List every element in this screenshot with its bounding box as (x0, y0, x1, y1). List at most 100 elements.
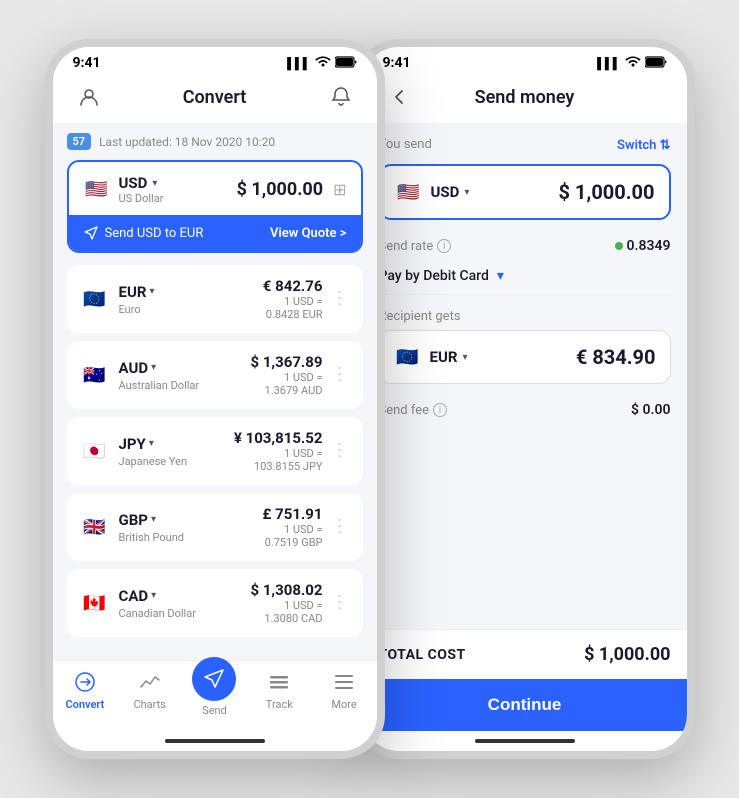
main-currency-amount: $ 1,000.00 (237, 179, 323, 200)
calculator-icon[interactable]: ⊞ (333, 180, 346, 199)
home-bar-left (165, 739, 265, 743)
send-rate-value: 0.8349 (615, 238, 671, 254)
currency-list: 🇪🇺 EUR ▾ Euro € 842.76 1 USD =0.8428 EUR… (67, 265, 363, 637)
you-send-label: You send (379, 137, 432, 152)
currency-more-dots[interactable]: ⋮ (331, 594, 349, 612)
nav-charts[interactable]: Charts (117, 669, 182, 717)
currency-code: CAD (119, 587, 149, 605)
currency-list-item[interactable]: 🇯🇵 JPY ▾ Japanese Yen ¥ 103,815.52 1 USD… (67, 417, 363, 485)
currency-item-info: EUR ▾ Euro (119, 283, 155, 316)
notification-icon[interactable] (325, 81, 357, 113)
currency-item-left: 🇯🇵 JPY ▾ Japanese Yen (81, 435, 188, 468)
nav-label-send: Send (202, 704, 227, 717)
currency-list-item[interactable]: 🇦🇺 AUD ▾ Australian Dollar $ 1,367.89 1 … (67, 341, 363, 409)
currency-item-right: € 842.76 1 USD =0.8428 EUR ⋮ (263, 277, 349, 321)
send-rate-info-icon[interactable]: i (437, 239, 451, 253)
currency-item-left: 🇦🇺 AUD ▾ Australian Dollar (81, 359, 200, 392)
view-quote-link[interactable]: View Quote > (270, 226, 347, 241)
main-currency-card[interactable]: 🇺🇸 USD ▾ US Dollar $ 1,000.00 (67, 160, 363, 253)
continue-button[interactable]: Continue (363, 679, 687, 731)
from-flag: 🇺🇸 (395, 178, 423, 206)
send-fee-label: Send fee i (379, 403, 448, 418)
currency-item-info: GBP ▾ British Pound (119, 511, 184, 544)
currency-rate: 1 USD =1.3080 CAD (250, 599, 322, 625)
total-cost-bar: TOTAL COST $ 1,000.00 (363, 629, 687, 679)
nav-label-convert: Convert (65, 698, 104, 711)
from-currency-left: 🇺🇸 USD ▾ (395, 178, 470, 206)
you-send-row: You send Switch ⇅ (379, 133, 671, 158)
phones-container: 9:41 ▌▌▌ Convert (0, 0, 739, 798)
currency-more-dots[interactable]: ⋮ (331, 442, 349, 460)
from-currency-dropdown[interactable]: ▾ (464, 187, 469, 198)
send-bar-text: Send USD to EUR (83, 225, 204, 241)
nav-convert[interactable]: Convert (53, 669, 118, 717)
currency-dropdown[interactable]: ▾ (149, 286, 154, 297)
nav-more[interactable]: More (312, 669, 377, 717)
currency-name: Japanese Yen (119, 455, 188, 468)
nav-send[interactable]: Send (182, 669, 247, 717)
track-nav-icon (266, 669, 292, 695)
currency-list-item[interactable]: 🇨🇦 CAD ▾ Canadian Dollar $ 1,308.02 1 US… (67, 569, 363, 637)
currency-main-amount: $ 1,308.02 (250, 581, 322, 599)
status-time-left: 9:41 (73, 55, 101, 71)
currency-flag: 🇪🇺 (81, 285, 109, 313)
pay-method-dropdown[interactable]: ▾ (497, 268, 504, 284)
currency-main-amount: $ 1,367.89 (250, 353, 322, 371)
switch-button[interactable]: Switch ⇅ (617, 138, 670, 153)
currency-item-info: AUD ▾ Australian Dollar (119, 359, 200, 392)
send-rate-row: Send rate i 0.8349 (379, 230, 671, 262)
status-bar-left: 9:41 ▌▌▌ (53, 47, 377, 75)
to-currency-dropdown[interactable]: ▾ (462, 352, 467, 363)
back-icon[interactable] (383, 81, 415, 113)
currency-rate: 1 USD =0.7519 GBP (262, 523, 322, 549)
rate-dot (615, 242, 623, 250)
home-indicator-left (53, 731, 377, 751)
currency-item-info: JPY ▾ Japanese Yen (119, 435, 188, 468)
to-currency-card[interactable]: 🇪🇺 EUR ▾ € 834.90 (379, 330, 671, 384)
signal-icon: ▌▌▌ (287, 57, 310, 70)
main-currency-dropdown[interactable]: ▾ (152, 178, 157, 189)
recipient-gets-label: Recipient gets (379, 309, 461, 324)
to-currency-code: EUR (430, 348, 458, 366)
nav-track[interactable]: Track (247, 669, 312, 717)
currency-flag: 🇬🇧 (81, 513, 109, 541)
currency-dropdown[interactable]: ▾ (151, 362, 156, 373)
update-text: Last updated: 18 Nov 2020 10:20 (99, 135, 275, 149)
currency-main-amount: € 842.76 (263, 277, 323, 295)
status-time-right: 9:41 (383, 55, 411, 71)
main-currency-left: 🇺🇸 USD ▾ US Dollar (83, 174, 164, 205)
currency-dropdown[interactable]: ▾ (151, 514, 156, 525)
to-flag: 🇪🇺 (394, 343, 422, 371)
send-fee-value: $ 0.00 (631, 402, 670, 418)
profile-icon[interactable] (73, 81, 105, 113)
currency-more-dots[interactable]: ⋮ (331, 518, 349, 536)
currency-main-amount: £ 751.91 (262, 505, 322, 523)
send-fee-row: Send fee i $ 0.00 (379, 394, 671, 426)
from-amount: $ 1,000.00 (558, 180, 654, 204)
currency-more-dots[interactable]: ⋮ (331, 366, 349, 384)
wifi-icon (315, 56, 331, 71)
currency-item-left: 🇬🇧 GBP ▾ British Pound (81, 511, 184, 544)
currency-name: Australian Dollar (119, 379, 200, 392)
send-fee-info-icon[interactable]: i (433, 403, 447, 417)
from-currency-card[interactable]: 🇺🇸 USD ▾ $ 1,000.00 (379, 164, 671, 220)
currency-dropdown[interactable]: ▾ (151, 590, 156, 601)
currency-code: GBP (119, 511, 148, 529)
main-currency-code: USD (119, 174, 148, 192)
currency-rate: 1 USD =0.8428 EUR (263, 295, 323, 321)
currency-list-item[interactable]: 🇪🇺 EUR ▾ Euro € 842.76 1 USD =0.8428 EUR… (67, 265, 363, 333)
battery-icon-right (645, 56, 667, 71)
send-money-content: You send Switch ⇅ 🇺🇸 USD ▾ (363, 123, 687, 629)
send-bar[interactable]: Send USD to EUR View Quote > (69, 215, 361, 251)
to-currency-left: 🇪🇺 EUR ▾ (394, 343, 468, 371)
currency-main-amount: ¥ 103,815.52 (234, 429, 323, 447)
currency-item-right: £ 751.91 1 USD =0.7519 GBP ⋮ (262, 505, 348, 549)
currency-dropdown[interactable]: ▾ (149, 438, 154, 449)
pay-method-row[interactable]: Pay by Debit Card ▾ (379, 262, 671, 290)
currency-more-dots[interactable]: ⋮ (331, 290, 349, 308)
phone-send: 9:41 ▌▌▌ Send money (355, 39, 695, 759)
currency-list-item[interactable]: 🇬🇧 GBP ▾ British Pound £ 751.91 1 USD =0… (67, 493, 363, 561)
total-cost-label: TOTAL COST (379, 647, 466, 663)
update-badge: 57 (67, 133, 92, 150)
currency-item-right: ¥ 103,815.52 1 USD =103.8155 JPY ⋮ (234, 429, 349, 473)
